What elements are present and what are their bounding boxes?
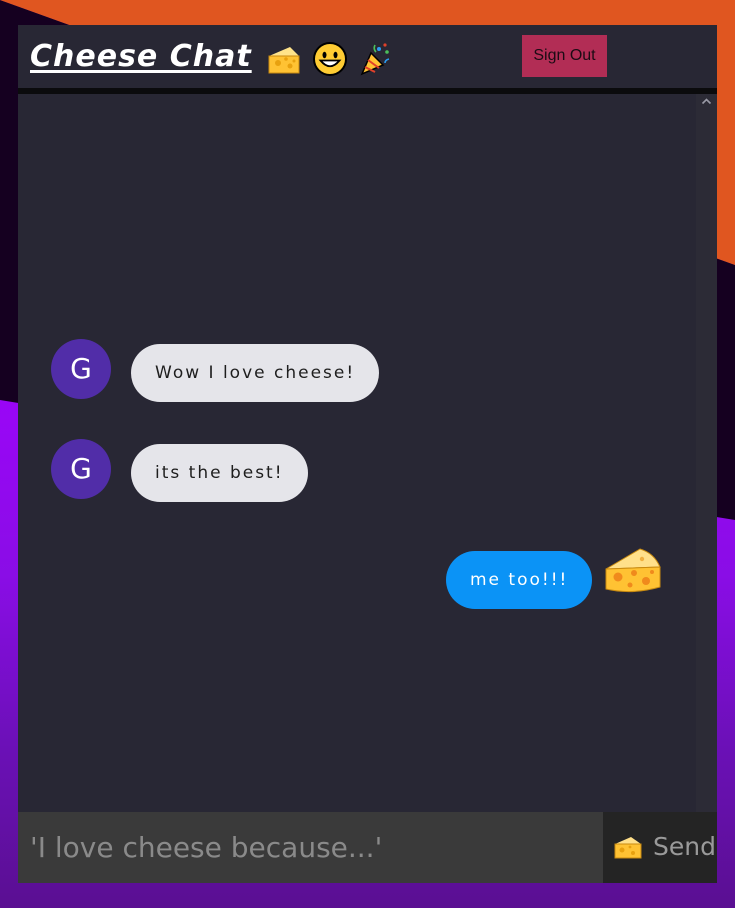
message-input[interactable] (18, 812, 603, 883)
cheese-icon (605, 548, 661, 593)
send-button-label: Send (653, 832, 716, 861)
received-message-bubble: its the best! (131, 444, 308, 502)
grinning-face-icon (313, 42, 347, 76)
header: Cheese Chat Sign Out (18, 25, 717, 94)
message-list: G Wow I love cheese! G its the best! me … (18, 94, 696, 812)
scrollbar[interactable] (696, 94, 717, 812)
message-composer: Send (18, 812, 717, 883)
received-message-bubble: Wow I love cheese! (131, 344, 380, 402)
sent-message-bubble: me too!!! (446, 551, 593, 609)
send-button[interactable]: Send (603, 812, 717, 883)
sign-out-button[interactable]: Sign Out (522, 35, 607, 77)
sender-avatar: G (51, 439, 111, 499)
cheese-icon (268, 47, 300, 74)
scroll-up-arrow-icon[interactable] (701, 96, 712, 107)
chat-app: Cheese Chat Sign Out G Wow I love cheese… (18, 25, 717, 883)
cheese-icon (614, 837, 642, 859)
party-popper-icon (360, 43, 390, 76)
app-title: Cheese Chat (30, 39, 252, 74)
sender-avatar: G (51, 339, 111, 399)
